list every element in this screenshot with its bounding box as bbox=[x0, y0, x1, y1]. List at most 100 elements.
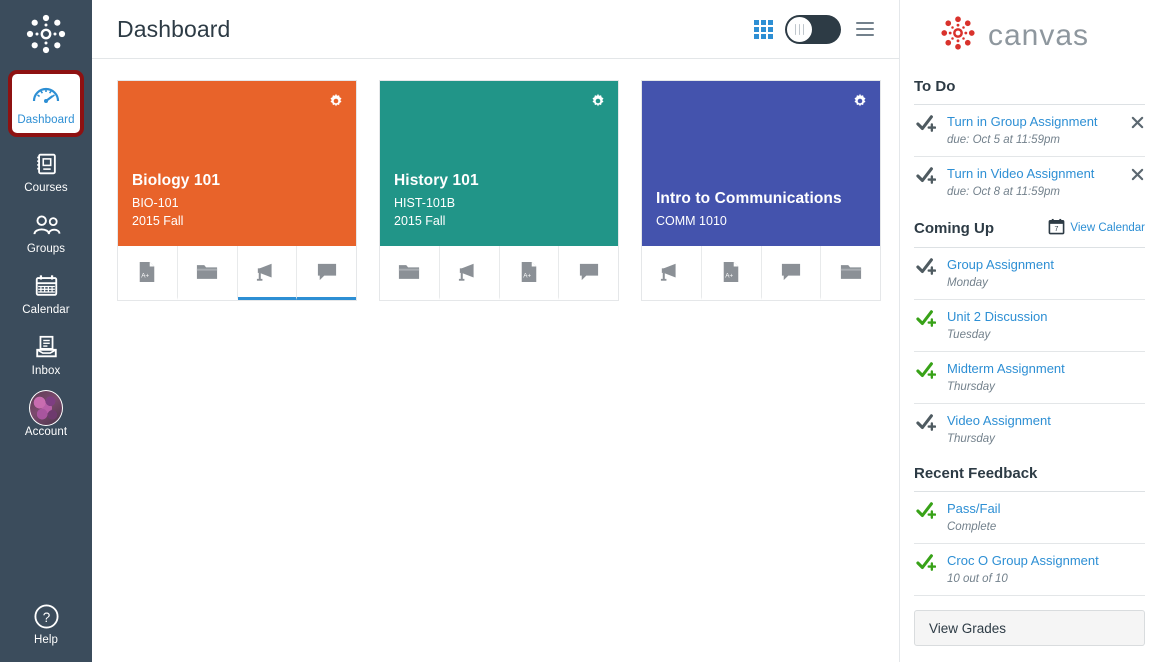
inbox-tray-icon bbox=[29, 332, 63, 362]
view-calendar-label: View Calendar bbox=[1070, 222, 1145, 234]
recent-feedback-section: Recent Feedback Pass/Fail Complete Croc … bbox=[914, 459, 1145, 646]
list-item[interactable]: Turn in Group Assignment due: Oct 5 at 1… bbox=[914, 105, 1145, 157]
list-item-body: Video Assignment Thursday bbox=[947, 412, 1145, 447]
gear-icon[interactable] bbox=[590, 93, 606, 109]
dashboard-highlight-annotation: Dashboard bbox=[8, 70, 84, 137]
course-card-term: 2015 Fall bbox=[394, 214, 446, 228]
course-action-files[interactable] bbox=[178, 246, 238, 300]
canvas-logo-icon[interactable] bbox=[22, 10, 70, 58]
sidebar-item-label-calendar: Calendar bbox=[22, 304, 70, 316]
sidebar-item-dashboard[interactable]: Dashboard bbox=[0, 66, 92, 141]
coming-up-item-link[interactable]: Video Assignment bbox=[947, 412, 1145, 429]
close-icon[interactable] bbox=[1130, 115, 1145, 130]
coming-up-item-day: Monday bbox=[947, 277, 988, 289]
assignment-check-icon bbox=[916, 360, 938, 385]
sidebar-item-help[interactable]: ? Help bbox=[0, 593, 92, 654]
calendar-icon bbox=[29, 271, 63, 301]
course-action-files[interactable] bbox=[380, 246, 440, 300]
list-item[interactable]: Video Assignment Thursday bbox=[914, 404, 1145, 455]
course-action-discussions[interactable] bbox=[559, 246, 618, 300]
todo-item-link[interactable]: Turn in Video Assignment bbox=[947, 165, 1121, 182]
sidebar-item-inbox[interactable]: Inbox bbox=[0, 324, 92, 385]
feedback-item-score: 10 out of 10 bbox=[947, 573, 1008, 585]
dashboard-header: Dashboard bbox=[92, 0, 899, 59]
list-item[interactable]: Turn in Video Assignment due: Oct 8 at 1… bbox=[914, 157, 1145, 208]
list-item-body: Turn in Video Assignment due: Oct 8 at 1… bbox=[947, 165, 1121, 200]
course-action-announcements[interactable] bbox=[237, 246, 298, 300]
course-action-assignments[interactable]: A+ bbox=[500, 246, 560, 300]
course-card[interactable]: Biology 101 BIO-101 2015 Fall A+ bbox=[117, 80, 357, 301]
toggle-knob bbox=[786, 15, 813, 43]
course-card-title: Biology 101 bbox=[132, 172, 221, 189]
assignment-check-icon bbox=[916, 256, 938, 281]
course-action-files[interactable] bbox=[821, 246, 880, 300]
hamburger-menu-icon[interactable] bbox=[853, 19, 877, 39]
canvas-logo-icon bbox=[938, 13, 978, 58]
list-item-body: Group Assignment Monday bbox=[947, 256, 1145, 291]
todo-item-due: due: Oct 8 at 11:59pm bbox=[947, 186, 1060, 198]
course-action-discussions[interactable] bbox=[762, 246, 822, 300]
feedback-item-link[interactable]: Pass/Fail bbox=[947, 500, 1145, 517]
course-action-assignments[interactable]: A+ bbox=[702, 246, 762, 300]
dashboard-gauge-icon bbox=[31, 81, 61, 112]
canvas-brand-logo: canvas bbox=[914, 0, 1145, 72]
sidebar-item-label-account: Account bbox=[24, 426, 68, 438]
todo-title: To Do bbox=[914, 78, 956, 95]
course-card-header: History 101 HIST-101B 2015 Fall bbox=[380, 81, 618, 246]
todo-header: To Do bbox=[914, 72, 1145, 104]
list-item-body: Pass/Fail Complete bbox=[947, 500, 1145, 535]
course-card-actions: A+ bbox=[380, 246, 618, 300]
calendar-icon-day: 7 bbox=[1055, 225, 1059, 233]
list-item[interactable]: Croc O Group Assignment 10 out of 10 bbox=[914, 544, 1145, 596]
todo-item-link[interactable]: Turn in Group Assignment bbox=[947, 113, 1121, 130]
close-icon[interactable] bbox=[1130, 167, 1145, 182]
assignment-check-icon bbox=[916, 412, 938, 437]
sidebar-item-label-courses: Courses bbox=[24, 182, 68, 194]
assignment-check-icon bbox=[916, 308, 938, 333]
coming-up-item-link[interactable]: Unit 2 Discussion bbox=[947, 308, 1145, 325]
course-card-title: History 101 bbox=[394, 172, 479, 189]
coming-up-item-link[interactable]: Group Assignment bbox=[947, 256, 1145, 273]
course-action-announcements[interactable] bbox=[642, 246, 702, 300]
gear-icon[interactable] bbox=[328, 93, 344, 109]
feedback-item-link[interactable]: Croc O Group Assignment bbox=[947, 552, 1145, 569]
assignment-check-icon bbox=[916, 165, 938, 190]
coming-up-item-day: Tuesday bbox=[947, 329, 991, 341]
course-cards-grid: Biology 101 BIO-101 2015 Fall A+ History… bbox=[92, 59, 899, 301]
todo-item-due: due: Oct 5 at 11:59pm bbox=[947, 134, 1060, 146]
view-calendar-link[interactable]: 7 View Calendar bbox=[1048, 218, 1145, 238]
sidebar-item-calendar[interactable]: Calendar bbox=[0, 263, 92, 324]
dashboard-view-toggle[interactable] bbox=[785, 14, 841, 44]
coming-up-title: Coming Up bbox=[914, 219, 994, 237]
coming-up-item-link[interactable]: Midterm Assignment bbox=[947, 360, 1145, 377]
sidebar-item-account[interactable]: Account bbox=[0, 385, 92, 446]
course-card-title: Intro to Communications bbox=[656, 190, 842, 207]
assignment-check-icon bbox=[916, 113, 938, 138]
course-action-announcements[interactable] bbox=[440, 246, 500, 300]
global-nav-items: Dashboard Courses Groups Calendar Inbox … bbox=[0, 66, 92, 446]
course-card-code: COMM 1010 bbox=[656, 214, 727, 228]
coming-up-item-day: Thursday bbox=[947, 433, 995, 445]
list-item[interactable]: Midterm Assignment Thursday bbox=[914, 352, 1145, 404]
page-title: Dashboard bbox=[117, 15, 231, 42]
list-item[interactable]: Group Assignment Monday bbox=[914, 248, 1145, 300]
course-card[interactable]: History 101 HIST-101B 2015 Fall A+ bbox=[379, 80, 619, 301]
course-action-discussions[interactable] bbox=[297, 246, 356, 300]
sidebar-item-label-help: Help bbox=[33, 634, 59, 646]
course-card[interactable]: Intro to Communications COMM 1010 A+ bbox=[641, 80, 881, 301]
course-card-header: Biology 101 BIO-101 2015 Fall bbox=[118, 81, 356, 246]
list-item[interactable]: Pass/Fail Complete bbox=[914, 492, 1145, 544]
course-card-code: BIO-101 bbox=[132, 196, 179, 210]
grid-view-icon[interactable] bbox=[754, 19, 773, 39]
view-grades-button[interactable]: View Grades bbox=[914, 610, 1145, 646]
list-item-body: Unit 2 Discussion Tuesday bbox=[947, 308, 1145, 343]
course-action-assignments[interactable]: A+ bbox=[118, 246, 178, 300]
gear-icon[interactable] bbox=[852, 93, 868, 109]
list-item[interactable]: Unit 2 Discussion Tuesday bbox=[914, 300, 1145, 352]
groups-people-icon bbox=[29, 210, 63, 240]
sidebar-item-groups[interactable]: Groups bbox=[0, 202, 92, 263]
assignment-check-icon bbox=[916, 552, 938, 577]
main-content: Dashboard Biology 101 BIO-101 2015 Fall … bbox=[92, 0, 900, 662]
courses-book-icon bbox=[29, 149, 63, 179]
sidebar-item-courses[interactable]: Courses bbox=[0, 141, 92, 202]
